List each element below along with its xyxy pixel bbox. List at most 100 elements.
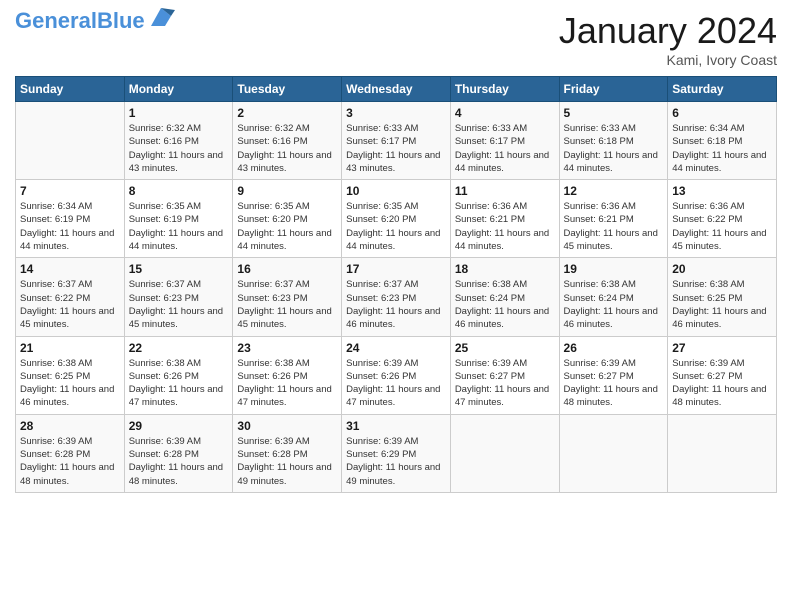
- day-info: Sunrise: 6:37 AMSunset: 6:22 PMDaylight:…: [20, 278, 120, 331]
- day-info: Sunrise: 6:34 AMSunset: 6:19 PMDaylight:…: [20, 200, 120, 253]
- day-number: 4: [455, 106, 555, 120]
- calendar-cell: 12 Sunrise: 6:36 AMSunset: 6:21 PMDayligh…: [559, 180, 668, 258]
- calendar-cell: 18 Sunrise: 6:38 AMSunset: 6:24 PMDayligh…: [450, 258, 559, 336]
- day-info: Sunrise: 6:32 AMSunset: 6:16 PMDaylight:…: [129, 122, 229, 175]
- calendar-cell: 13 Sunrise: 6:36 AMSunset: 6:22 PMDayligh…: [668, 180, 777, 258]
- calendar-cell: 28 Sunrise: 6:39 AMSunset: 6:28 PMDayligh…: [16, 414, 125, 492]
- day-info: Sunrise: 6:39 AMSunset: 6:27 PMDaylight:…: [455, 357, 555, 410]
- day-number: 19: [564, 262, 664, 276]
- logo-icon: [147, 6, 175, 28]
- calendar-table: SundayMondayTuesdayWednesdayThursdayFrid…: [15, 76, 777, 493]
- calendar-cell: 9 Sunrise: 6:35 AMSunset: 6:20 PMDaylight…: [233, 180, 342, 258]
- calendar-cell: 10 Sunrise: 6:35 AMSunset: 6:20 PMDayligh…: [342, 180, 451, 258]
- calendar-cell: 5 Sunrise: 6:33 AMSunset: 6:18 PMDaylight…: [559, 102, 668, 180]
- day-number: 6: [672, 106, 772, 120]
- day-of-week-saturday: Saturday: [668, 77, 777, 102]
- day-number: 27: [672, 341, 772, 355]
- day-info: Sunrise: 6:38 AMSunset: 6:26 PMDaylight:…: [237, 357, 337, 410]
- day-number: 21: [20, 341, 120, 355]
- day-number: 28: [20, 419, 120, 433]
- day-info: Sunrise: 6:33 AMSunset: 6:18 PMDaylight:…: [564, 122, 664, 175]
- day-info: Sunrise: 6:34 AMSunset: 6:18 PMDaylight:…: [672, 122, 772, 175]
- day-info: Sunrise: 6:38 AMSunset: 6:25 PMDaylight:…: [20, 357, 120, 410]
- calendar-cell: 21 Sunrise: 6:38 AMSunset: 6:25 PMDayligh…: [16, 336, 125, 414]
- day-info: Sunrise: 6:35 AMSunset: 6:20 PMDaylight:…: [346, 200, 446, 253]
- day-number: 23: [237, 341, 337, 355]
- day-number: 9: [237, 184, 337, 198]
- logo: GeneralBlue: [15, 10, 175, 32]
- day-info: Sunrise: 6:39 AMSunset: 6:28 PMDaylight:…: [20, 435, 120, 488]
- calendar-body: 1 Sunrise: 6:32 AMSunset: 6:16 PMDaylight…: [16, 102, 777, 493]
- title-block: January 2024 Kami, Ivory Coast: [559, 10, 777, 68]
- page: GeneralBlue January 2024 Kami, Ivory Coa…: [0, 0, 792, 612]
- calendar-cell: 19Sunrise: 6:38 AMSunset: 6:24 PMDayligh…: [559, 258, 668, 336]
- calendar-cell: [668, 414, 777, 492]
- day-number: 17: [346, 262, 446, 276]
- calendar-cell: 2 Sunrise: 6:32 AMSunset: 6:16 PMDaylight…: [233, 102, 342, 180]
- day-of-week-monday: Monday: [124, 77, 233, 102]
- day-info: Sunrise: 6:39 AMSunset: 6:27 PMDaylight:…: [564, 357, 664, 410]
- day-number: 2: [237, 106, 337, 120]
- day-number: 11: [455, 184, 555, 198]
- day-number: 13: [672, 184, 772, 198]
- day-number: 16: [237, 262, 337, 276]
- day-info: Sunrise: 6:36 AMSunset: 6:22 PMDaylight:…: [672, 200, 772, 253]
- day-info: Sunrise: 6:33 AMSunset: 6:17 PMDaylight:…: [346, 122, 446, 175]
- calendar-cell: [16, 102, 125, 180]
- day-info: Sunrise: 6:37 AMSunset: 6:23 PMDaylight:…: [237, 278, 337, 331]
- day-number: 8: [129, 184, 229, 198]
- calendar-cell: 8 Sunrise: 6:35 AMSunset: 6:19 PMDaylight…: [124, 180, 233, 258]
- day-info: Sunrise: 6:39 AMSunset: 6:27 PMDaylight:…: [672, 357, 772, 410]
- day-number: 20: [672, 262, 772, 276]
- day-info: Sunrise: 6:38 AMSunset: 6:25 PMDaylight:…: [672, 278, 772, 331]
- header-row: SundayMondayTuesdayWednesdayThursdayFrid…: [16, 77, 777, 102]
- day-info: Sunrise: 6:37 AMSunset: 6:23 PMDaylight:…: [346, 278, 446, 331]
- day-info: Sunrise: 6:32 AMSunset: 6:16 PMDaylight:…: [237, 122, 337, 175]
- day-info: Sunrise: 6:39 AMSunset: 6:28 PMDaylight:…: [129, 435, 229, 488]
- day-info: Sunrise: 6:36 AMSunset: 6:21 PMDaylight:…: [455, 200, 555, 253]
- day-info: Sunrise: 6:36 AMSunset: 6:21 PMDaylight:…: [564, 200, 664, 253]
- calendar-cell: [450, 414, 559, 492]
- day-info: Sunrise: 6:39 AMSunset: 6:29 PMDaylight:…: [346, 435, 446, 488]
- calendar-cell: 7 Sunrise: 6:34 AMSunset: 6:19 PMDaylight…: [16, 180, 125, 258]
- calendar-cell: 4Sunrise: 6:33 AMSunset: 6:17 PMDaylight…: [450, 102, 559, 180]
- day-number: 10: [346, 184, 446, 198]
- day-of-week-wednesday: Wednesday: [342, 77, 451, 102]
- day-info: Sunrise: 6:35 AMSunset: 6:19 PMDaylight:…: [129, 200, 229, 253]
- calendar-cell: 24Sunrise: 6:39 AMSunset: 6:26 PMDayligh…: [342, 336, 451, 414]
- calendar-cell: [559, 414, 668, 492]
- calendar-cell: 29 Sunrise: 6:39 AMSunset: 6:28 PMDayligh…: [124, 414, 233, 492]
- day-number: 7: [20, 184, 120, 198]
- calendar-cell: 3 Sunrise: 6:33 AMSunset: 6:17 PMDaylight…: [342, 102, 451, 180]
- day-info: Sunrise: 6:37 AMSunset: 6:23 PMDaylight:…: [129, 278, 229, 331]
- day-of-week-thursday: Thursday: [450, 77, 559, 102]
- calendar-cell: 17 Sunrise: 6:37 AMSunset: 6:23 PMDayligh…: [342, 258, 451, 336]
- day-info: Sunrise: 6:39 AMSunset: 6:28 PMDaylight:…: [237, 435, 337, 488]
- day-number: 14: [20, 262, 120, 276]
- day-info: Sunrise: 6:35 AMSunset: 6:20 PMDaylight:…: [237, 200, 337, 253]
- calendar-header: SundayMondayTuesdayWednesdayThursdayFrid…: [16, 77, 777, 102]
- calendar-week-4: 21 Sunrise: 6:38 AMSunset: 6:25 PMDayligh…: [16, 336, 777, 414]
- day-info: Sunrise: 6:39 AMSunset: 6:26 PMDaylight:…: [346, 357, 446, 410]
- logo-general: General: [15, 8, 97, 33]
- calendar-cell: 16 Sunrise: 6:37 AMSunset: 6:23 PMDayligh…: [233, 258, 342, 336]
- day-number: 31: [346, 419, 446, 433]
- calendar-week-2: 7 Sunrise: 6:34 AMSunset: 6:19 PMDaylight…: [16, 180, 777, 258]
- day-number: 12: [564, 184, 664, 198]
- day-of-week-friday: Friday: [559, 77, 668, 102]
- day-number: 15: [129, 262, 229, 276]
- day-number: 30: [237, 419, 337, 433]
- calendar-cell: 20 Sunrise: 6:38 AMSunset: 6:25 PMDayligh…: [668, 258, 777, 336]
- logo-blue: Blue: [97, 8, 145, 33]
- day-number: 18: [455, 262, 555, 276]
- day-number: 22: [129, 341, 229, 355]
- calendar-cell: 30 Sunrise: 6:39 AMSunset: 6:28 PMDayligh…: [233, 414, 342, 492]
- day-number: 3: [346, 106, 446, 120]
- logo-text: GeneralBlue: [15, 10, 145, 32]
- day-number: 1: [129, 106, 229, 120]
- day-info: Sunrise: 6:38 AMSunset: 6:24 PMDaylight:…: [455, 278, 555, 331]
- header: GeneralBlue January 2024 Kami, Ivory Coa…: [15, 10, 777, 68]
- day-number: 29: [129, 419, 229, 433]
- day-info: Sunrise: 6:38 AMSunset: 6:26 PMDaylight:…: [129, 357, 229, 410]
- day-number: 5: [564, 106, 664, 120]
